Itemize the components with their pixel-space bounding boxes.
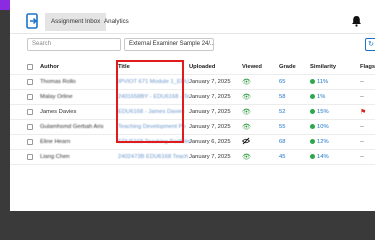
eye-off-icon [241,135,251,150]
column-grade[interactable]: Grade [279,60,296,75]
eye-icon: 👁 [242,109,251,116]
uploaded-date: January 7, 2025 [189,124,231,130]
author-name: James Davies [40,109,77,115]
tab-analytics[interactable]: Analytics [98,13,135,31]
uploaded-date: January 7, 2025 [189,109,231,115]
flags-value: -- [360,124,364,130]
author-name: Malay Orline [40,94,73,100]
row-checkbox[interactable] [27,109,33,115]
similarity-dot-icon [310,138,315,144]
search-input[interactable]: Search [27,38,121,51]
submission-title-link[interactable]: 2401658BY - EDU6168 - Te [118,90,190,105]
similarity-score[interactable]: 14% [310,150,329,165]
row-checkbox[interactable] [27,154,33,160]
similarity-dot-icon [310,153,315,159]
select-all-checkbox[interactable] [27,64,33,70]
column-similarity[interactable]: Similarity [310,60,336,75]
table-row[interactable]: Eline Hearn EDU6168 Teaching Portfolio J… [10,135,375,150]
refresh-button[interactable]: ↻ [365,38,375,51]
table-row[interactable]: Liang Chen 2402473B EDU6168 Teach Januar… [10,150,375,165]
similarity-dot-icon [310,123,315,129]
flags-value: -- [360,154,364,160]
top-navigation: Assignment Inbox Analytics [10,8,375,36]
author-name: Thomas Rollo [40,79,76,85]
similarity-score[interactable]: 11% [310,75,328,90]
row-checkbox[interactable] [27,79,33,85]
table-header-row: Author Title Uploaded Viewed Grade Simil… [10,60,375,75]
assignment-inbox-window: Assignment Inbox Analytics Search Extern… [10,0,375,211]
row-checkbox[interactable] [27,139,33,145]
flags-value: -- [360,94,364,100]
author-name: Liang Chen [40,154,70,160]
similarity-dot-icon [310,108,315,114]
tab-assignment-inbox[interactable]: Assignment Inbox [45,13,107,31]
uploaded-date: January 7, 2025 [189,154,231,160]
table-row[interactable]: James Davies EDU6168 - James Davies Janu… [10,105,375,120]
uploaded-date: January 7, 2025 [189,79,231,85]
eye-icon: 👁 [242,79,251,86]
grade-link[interactable]: 58 [279,90,285,105]
submission-title-link[interactable]: 2402473B EDU6168 Teach [118,150,188,165]
column-viewed[interactable]: Viewed [242,60,262,75]
similarity-dot-icon [310,93,315,99]
grade-link[interactable]: 45 [279,150,285,165]
table-row[interactable]: Malay Orline 2401658BY - EDU6168 - Te Ja… [10,90,375,105]
eye-icon: 👁 [242,124,251,131]
column-flags[interactable]: Flags [360,60,375,75]
submission-title-link[interactable]: EDU6168 - James Davies [118,105,185,120]
flag-icon[interactable]: ⚑ [360,105,366,120]
table-row[interactable]: Gulamhsmd Gerbah Aris Teaching Developme… [10,120,375,135]
app-logo-icon[interactable] [26,12,40,30]
similarity-score[interactable]: 1% [310,90,325,105]
row-checkbox[interactable] [27,124,33,130]
similarity-score[interactable]: 15% [310,105,329,120]
corner-marker [0,0,10,10]
grade-link[interactable]: 52 [279,105,285,120]
similarity-score[interactable]: 12% [310,135,329,150]
grade-link[interactable]: 68 [279,135,285,150]
grade-link[interactable]: 55 [279,120,285,135]
header-divider [10,33,375,34]
eye-icon: 👁 [242,154,251,161]
flags-value: -- [360,139,364,145]
similarity-score[interactable]: 10% [310,120,329,135]
submission-title-link[interactable]: EDU6168 Teaching Portfolio [118,135,191,150]
column-title[interactable]: Title [118,60,130,75]
uploaded-date: January 7, 2025 [189,94,231,100]
submission-title-link[interactable]: IPVIOT 671 Module 1_EDU [118,75,189,90]
submission-title-link[interactable]: Teaching Development Po [118,120,186,135]
table-row[interactable]: Thomas Rollo IPVIOT 671 Module 1_EDU Jan… [10,75,375,90]
author-name: Gulamhsmd Gerbah Aris [40,124,104,130]
flags-value: -- [360,79,364,85]
author-name: Eline Hearn [40,139,71,145]
notifications-bell-icon[interactable] [351,15,362,27]
column-uploaded[interactable]: Uploaded [189,60,215,75]
eye-icon: 👁 [242,94,251,101]
assignment-filter-select[interactable]: External Examiner Sample 24/... [124,38,214,51]
column-author[interactable]: Author [40,60,59,75]
grade-link[interactable]: 65 [279,75,285,90]
row-checkbox[interactable] [27,94,33,100]
uploaded-date: January 6, 2025 [189,139,231,145]
similarity-dot-icon [310,78,315,84]
refresh-icon: ↻ [368,41,374,48]
